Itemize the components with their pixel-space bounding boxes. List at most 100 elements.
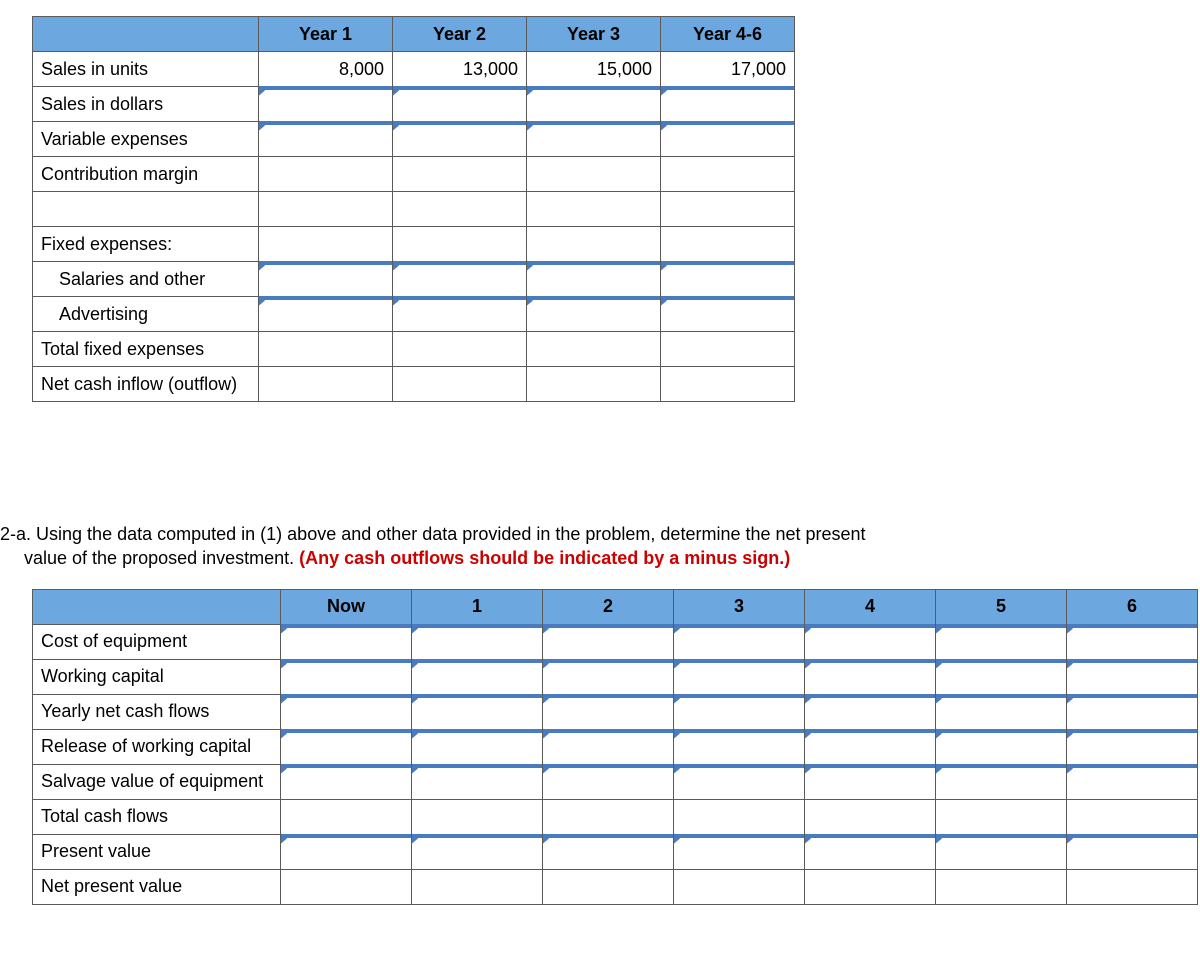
input-flag-icon — [412, 624, 542, 629]
value-cell[interactable] — [1067, 764, 1198, 799]
input-flag-icon — [281, 694, 411, 699]
value-cell[interactable] — [393, 262, 527, 297]
value-cell[interactable] — [412, 764, 543, 799]
header-4: 4 — [805, 589, 936, 624]
value-cell[interactable] — [281, 694, 412, 729]
value-cell — [1067, 869, 1198, 904]
value-cell: 13,000 — [393, 52, 527, 87]
value-cell[interactable] — [393, 122, 527, 157]
value-cell[interactable] — [543, 624, 674, 659]
value-cell — [259, 192, 393, 227]
value-cell[interactable] — [412, 624, 543, 659]
value-cell[interactable] — [805, 659, 936, 694]
value-cell: 17,000 — [661, 52, 795, 87]
value-cell[interactable] — [393, 87, 527, 122]
value-cell — [412, 869, 543, 904]
value-cell[interactable] — [259, 262, 393, 297]
value-cell[interactable] — [543, 764, 674, 799]
value-cell[interactable] — [936, 694, 1067, 729]
input-flag-icon — [674, 694, 804, 699]
value-cell[interactable] — [661, 87, 795, 122]
table-row: Total fixed expenses — [33, 332, 795, 367]
value-cell[interactable] — [281, 624, 412, 659]
value-cell — [412, 799, 543, 834]
value-cell[interactable] — [281, 659, 412, 694]
value-cell[interactable] — [661, 297, 795, 332]
value-cell[interactable] — [1067, 834, 1198, 869]
value-cell[interactable] — [805, 624, 936, 659]
value-cell — [393, 227, 527, 262]
value-cell[interactable] — [259, 87, 393, 122]
value-cell[interactable] — [674, 834, 805, 869]
input-flag-icon — [281, 659, 411, 664]
value-cell[interactable] — [1067, 659, 1198, 694]
table-header-row: Now 1 2 3 4 5 6 — [33, 589, 1198, 624]
value-cell — [259, 332, 393, 367]
header-now: Now — [281, 589, 412, 624]
value-cell[interactable] — [674, 659, 805, 694]
input-flag-icon — [393, 261, 526, 266]
value-cell[interactable] — [412, 659, 543, 694]
value-cell[interactable] — [543, 694, 674, 729]
value-cell[interactable] — [527, 262, 661, 297]
value-cell[interactable] — [527, 122, 661, 157]
value-cell[interactable] — [805, 834, 936, 869]
value-cell — [259, 367, 393, 402]
value-cell — [674, 869, 805, 904]
input-flag-icon — [393, 121, 526, 126]
header-2: 2 — [543, 589, 674, 624]
value-cell[interactable] — [936, 834, 1067, 869]
input-flag-icon — [412, 659, 542, 664]
value-cell[interactable] — [661, 262, 795, 297]
value-cell[interactable] — [543, 834, 674, 869]
value-cell[interactable] — [412, 729, 543, 764]
value-cell[interactable] — [936, 659, 1067, 694]
value-cell[interactable] — [1067, 729, 1198, 764]
value-cell[interactable] — [259, 122, 393, 157]
value-cell[interactable] — [527, 297, 661, 332]
value-cell[interactable] — [281, 729, 412, 764]
value-cell[interactable] — [805, 694, 936, 729]
value-cell[interactable] — [412, 694, 543, 729]
input-flag-icon — [1067, 729, 1197, 734]
row-label: Advertising — [33, 297, 259, 332]
value-cell[interactable] — [393, 297, 527, 332]
value-cell[interactable] — [412, 834, 543, 869]
value-cell[interactable] — [805, 764, 936, 799]
value-cell[interactable] — [674, 729, 805, 764]
value-cell — [281, 799, 412, 834]
value-cell[interactable] — [1067, 694, 1198, 729]
value-cell[interactable] — [1067, 624, 1198, 659]
input-flag-icon — [281, 624, 411, 629]
value-cell[interactable] — [281, 764, 412, 799]
value-cell[interactable] — [527, 87, 661, 122]
input-flag-icon — [1067, 694, 1197, 699]
question-instruction: (Any cash outflows should be indicated b… — [299, 548, 790, 568]
value-cell[interactable] — [259, 297, 393, 332]
value-cell[interactable] — [674, 694, 805, 729]
input-flag-icon — [661, 121, 794, 126]
table-row: Cost of equipment — [33, 624, 1198, 659]
input-flag-icon — [527, 261, 660, 266]
value-cell[interactable] — [543, 729, 674, 764]
value-cell[interactable] — [936, 624, 1067, 659]
value-cell[interactable] — [674, 764, 805, 799]
value-cell[interactable] — [805, 729, 936, 764]
value-cell — [805, 799, 936, 834]
input-flag-icon — [412, 764, 542, 769]
value-cell[interactable] — [936, 729, 1067, 764]
input-flag-icon — [543, 729, 673, 734]
table-row: Present value — [33, 834, 1198, 869]
header-blank — [33, 589, 281, 624]
input-flag-icon — [259, 296, 392, 301]
row-label: Net present value — [33, 869, 281, 904]
value-cell[interactable] — [936, 764, 1067, 799]
input-flag-icon — [527, 296, 660, 301]
contribution-margin-table: Year 1 Year 2 Year 3 Year 4-6 Sales in u… — [32, 16, 795, 402]
value-cell[interactable] — [674, 624, 805, 659]
value-cell[interactable] — [281, 834, 412, 869]
value-cell — [661, 367, 795, 402]
input-flag-icon — [543, 694, 673, 699]
value-cell[interactable] — [543, 659, 674, 694]
value-cell[interactable] — [661, 122, 795, 157]
